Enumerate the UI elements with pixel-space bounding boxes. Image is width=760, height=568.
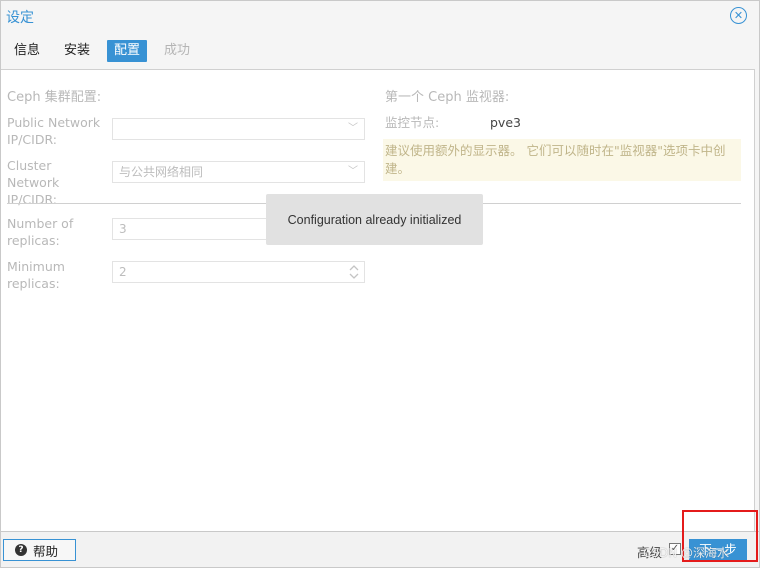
setup-dialog: 设定 ✕ 信息 安装 配置 成功 Ceph 集群配置: Public Netwo… <box>0 0 760 568</box>
min-replicas-label: Minimum replicas: <box>7 259 65 291</box>
public-network-label: Public Network IP/CIDR: <box>7 115 101 147</box>
min-replicas-value: 2 <box>119 265 127 279</box>
ceph-cluster-config-title: Ceph 集群配置: <box>7 90 102 105</box>
cluster-network-placeholder: 与公共网络相同 <box>119 165 204 179</box>
title-bar: 设定 ✕ <box>1 1 759 31</box>
toast-message: Configuration already initialized <box>266 194 483 245</box>
cluster-network-select[interactable]: 与公共网络相同 ﹀ <box>112 161 365 183</box>
stepper-arrows-icon[interactable] <box>349 264 359 280</box>
monitor-hint: 建议使用额外的显示器。 它们可以随时在"监视器"选项卡中创建。 <box>383 139 741 181</box>
public-network-select[interactable]: ﹀ <box>112 118 365 140</box>
monitor-node-label: 监控节点: <box>385 115 440 130</box>
question-icon: ? <box>15 544 27 556</box>
tab-bar: 信息 安装 配置 成功 <box>1 39 759 67</box>
tab-install[interactable]: 安装 <box>57 40 97 62</box>
watermark: CSDN @深海水 <box>643 546 730 560</box>
dialog-title: 设定 <box>6 10 34 26</box>
tab-info[interactable]: 信息 <box>7 40 47 62</box>
first-monitor-title: 第一个 Ceph 监视器: <box>385 90 510 105</box>
chevron-down-icon: ﹀ <box>348 166 358 177</box>
close-icon[interactable]: ✕ <box>730 7 747 24</box>
tab-config[interactable]: 配置 <box>107 40 148 62</box>
help-label: 帮助 <box>33 543 59 559</box>
monitor-node-value: pve3 <box>490 115 521 130</box>
tab-success: 成功 <box>164 43 191 58</box>
help-button[interactable]: ? 帮助 <box>3 539 76 561</box>
cluster-network-label: Cluster Network IP/CIDR: <box>7 158 60 207</box>
chevron-down-icon: ﹀ <box>348 123 358 134</box>
replicas-value: 3 <box>119 222 127 236</box>
min-replicas-stepper[interactable]: 2 <box>112 261 365 283</box>
config-panel: Ceph 集群配置: Public Network IP/CIDR: ﹀ Clu… <box>1 69 755 531</box>
replicas-label: Number of replicas: <box>7 216 74 248</box>
